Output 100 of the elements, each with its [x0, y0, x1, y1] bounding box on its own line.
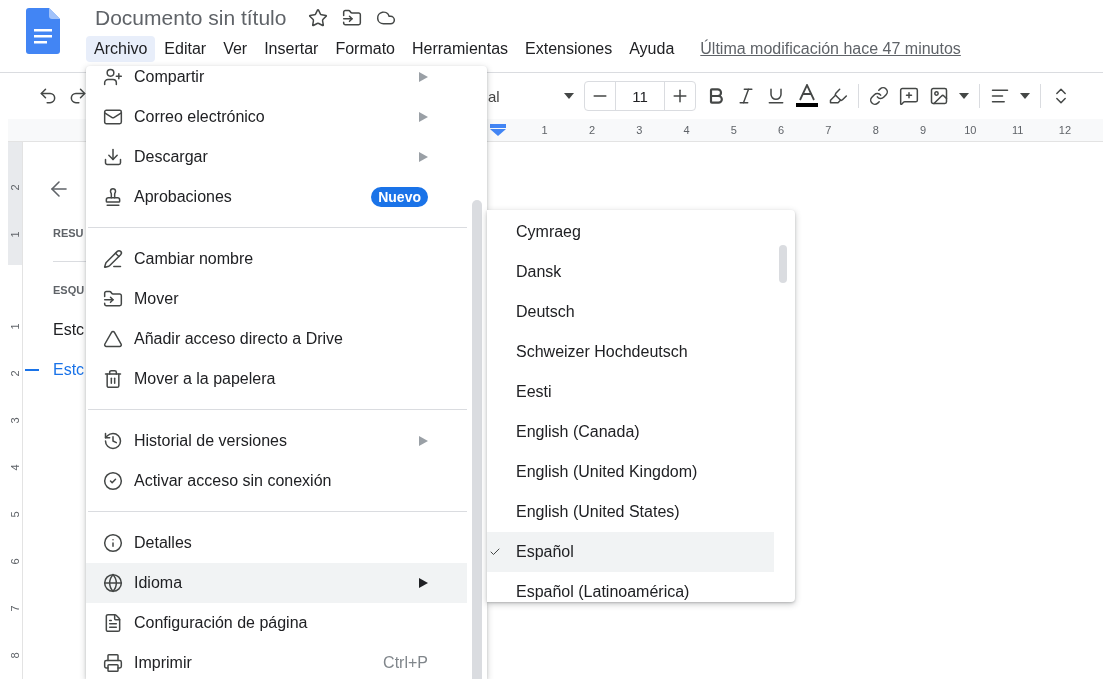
ruler-number: 5 [729, 124, 738, 136]
menu-item[interactable]: Mover [86, 279, 467, 319]
printer-icon [103, 653, 123, 673]
menu-bar-item[interactable]: Formato [327, 36, 403, 62]
outline-item[interactable]: Estc [53, 321, 85, 339]
info-icon [103, 533, 123, 553]
folder-icon [103, 289, 123, 309]
menu-item[interactable]: Descargar [86, 137, 467, 177]
ruler-number: 6 [777, 124, 786, 136]
language-item[interactable]: English (United Kingdom) [487, 452, 774, 492]
font-name[interactable]: al [488, 87, 554, 105]
comment-icon[interactable] [899, 86, 919, 106]
menu-item-label: Detalles [134, 534, 193, 552]
ruler-number: 9 [918, 124, 928, 136]
ruler-number: 7 [9, 605, 21, 612]
language-item[interactable]: Dansk [487, 252, 774, 292]
align-left-icon[interactable] [990, 86, 1010, 106]
highlighter-icon[interactable] [828, 86, 848, 106]
ruler-number: 8 [871, 124, 880, 136]
pencil-icon [103, 249, 123, 269]
stamp-icon [103, 187, 123, 207]
language-item[interactable]: Deutsch [487, 292, 774, 332]
text-color-icon[interactable] [796, 84, 818, 108]
menu-bar-item[interactable]: Extensiones [517, 36, 621, 62]
language-item[interactable]: English (Canada) [487, 412, 774, 452]
language-item[interactable]: Cymraeg [487, 212, 774, 252]
document-title[interactable]: Documento sin título [95, 6, 287, 30]
menu-bar-item[interactable]: Herramientas [404, 36, 517, 62]
language-item[interactable]: Español [487, 532, 774, 572]
menu-item[interactable]: Aprobaciones Nuevo [86, 177, 467, 217]
menu-item-label: Compartir [134, 68, 206, 86]
menu-item[interactable]: Activar acceso sin conexión [86, 461, 467, 501]
triangle-icon [103, 329, 123, 349]
outline-marker [25, 369, 39, 371]
undo-icon[interactable] [38, 86, 58, 106]
last-edit-link[interactable]: Última modificación hace 47 minutos [700, 40, 961, 58]
menu-item-label: Historial de versiones [134, 432, 288, 450]
scrollbar[interactable] [472, 200, 482, 679]
user-plus-icon [103, 67, 123, 87]
menu-bar-item[interactable]: Archivo [86, 36, 156, 62]
star-icon[interactable] [308, 8, 329, 28]
language-item[interactable]: Schweizer Hochdeutsch [487, 332, 774, 372]
menu-bar-item[interactable]: Editar [156, 36, 215, 62]
menu-item[interactable]: Compartir [86, 66, 467, 97]
image-icon[interactable] [929, 86, 949, 106]
ruler-number: 2 [9, 184, 21, 191]
ruler-number: 11 [1010, 124, 1025, 136]
ruler-number: 3 [635, 124, 644, 136]
menu-item[interactable]: Configuración de página [86, 603, 467, 643]
folder-icon[interactable] [342, 8, 363, 28]
menu-item[interactable]: Idioma [86, 563, 467, 603]
menu-item[interactable]: Detalles [86, 523, 467, 563]
caret-icon[interactable] [1020, 93, 1030, 99]
download-icon [103, 147, 123, 167]
ruler-number: 6 [9, 558, 21, 565]
ruler-number: 4 [9, 464, 21, 471]
menu-item[interactable]: Añadir acceso directo a Drive [86, 319, 467, 359]
check-icon [489, 546, 501, 558]
menu-item-label: Imprimir [134, 654, 193, 672]
font-size-control[interactable]: 11 [584, 81, 696, 111]
menu-bar-item[interactable]: Ayuda [621, 36, 683, 62]
outline-heading: ESQU [53, 284, 85, 296]
shortcut-text: Ctrl+P [383, 654, 428, 672]
outline-item[interactable]: Estc [53, 361, 85, 379]
ruler-number: 4 [682, 124, 691, 136]
menu-bar-item[interactable]: Insertar [256, 36, 327, 62]
underline-icon[interactable] [766, 86, 786, 106]
ruler-number: 8 [9, 652, 21, 659]
document-icon [103, 613, 123, 633]
check-circle-icon [103, 471, 123, 491]
menu-item-label: Activar acceso sin conexión [134, 472, 333, 490]
menu-item-label: Configuración de página [134, 614, 309, 632]
language-item[interactable]: English (United States) [487, 492, 774, 532]
indent-marker-icon[interactable] [490, 124, 506, 136]
ruler-number: 1 [9, 231, 21, 238]
italic-icon[interactable] [736, 86, 756, 106]
language-item[interactable]: Español (Latinoamérica) [487, 572, 774, 602]
summary-heading: RESU [53, 227, 84, 239]
link-icon[interactable] [869, 86, 889, 106]
cloud-icon[interactable] [376, 8, 397, 28]
menu-item[interactable]: Imprimir Ctrl+P [86, 643, 467, 679]
document-logo-icon[interactable] [26, 8, 60, 54]
menu-bar-item[interactable]: Ver [215, 36, 256, 62]
scrollbar[interactable] [779, 245, 787, 283]
menu-item-label: Mover [134, 290, 180, 308]
menu-item[interactable]: Historial de versiones [86, 421, 467, 461]
font-size-field[interactable]: 11 [615, 82, 665, 110]
language-item[interactable]: Eesti [487, 372, 774, 412]
history-icon [103, 431, 123, 451]
redo-icon[interactable] [68, 86, 88, 106]
menu-item-label: Correo electrónico [134, 108, 266, 126]
caret-icon[interactable] [564, 93, 574, 99]
menu-item-label: Añadir acceso directo a Drive [134, 330, 344, 348]
caret-icon[interactable] [959, 93, 969, 99]
globe-icon [103, 573, 123, 593]
menu-item[interactable]: Cambiar nombre [86, 239, 467, 279]
mail-icon [103, 107, 123, 127]
menu-item[interactable]: Mover a la papelera [86, 359, 467, 399]
ruler-number: 10 [963, 124, 978, 136]
menu-item[interactable]: Correo electrónico [86, 97, 467, 137]
